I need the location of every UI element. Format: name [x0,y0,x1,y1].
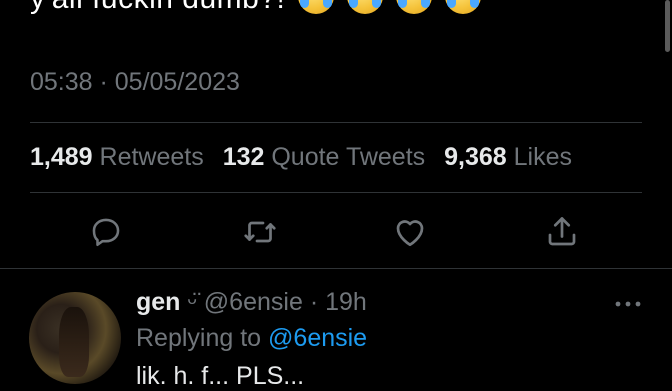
separator-dot: · [309,288,319,316]
divider [30,192,642,193]
retweets-stat[interactable]: 1,489 Retweets [30,143,223,171]
reply-author-badge: ᵕ̈ [187,288,197,316]
crying-laughing-emoji-icon [444,0,481,14]
reply-text: lik. h. f... PLS... [136,362,305,390]
divider [30,122,642,123]
reply-button[interactable] [86,210,126,254]
scrollbar[interactable] [665,0,670,52]
likes-count: 9,368 [444,143,507,171]
likes-label: Likes [513,143,572,171]
quote-tweets-stat[interactable]: 132 Quote Tweets [223,143,444,171]
like-icon [396,220,424,247]
more-options-button[interactable] [610,294,646,314]
quote-tweets-count: 132 [222,143,265,171]
reply-author-name[interactable]: gen [136,288,180,316]
crying-laughing-emoji-icon [347,0,384,14]
retweet-icon [244,221,276,243]
crying-laughing-emoji-icon [395,0,432,14]
tweet-stats: 1,489 Retweets 132 Quote Tweets 9,368 Li… [30,143,584,172]
retweets-label: Retweets [99,143,204,171]
quote-tweets-label: Quote Tweets [271,143,426,171]
reply-header: gen ᵕ̈ @6ensie · 19h [136,288,367,317]
share-button[interactable] [542,210,582,254]
tweet-text: y'all fuckin dumb?! [30,0,481,16]
replying-to-handle[interactable]: @6ensie [268,324,367,352]
tweet-timestamp[interactable]: 05:38 · 05/05/2023 [30,68,240,97]
tweet-action-bar [0,210,672,254]
like-button[interactable] [390,210,430,254]
reply-age: 19h [325,288,367,316]
reply-author-handle[interactable]: @6ensie [204,288,303,316]
retweet-button[interactable] [240,210,280,254]
replying-to-label: Replying to [136,324,262,352]
avatar[interactable] [29,292,121,384]
divider [0,268,672,269]
retweets-count: 1,489 [30,143,93,171]
replying-to: Replying to @6ensie [136,324,367,353]
more-dots-icon [615,301,641,307]
crying-laughing-emoji-icon [298,0,335,14]
share-icon [548,217,576,246]
likes-stat[interactable]: 9,368 Likes [444,143,584,171]
reply-icon [92,218,120,247]
tweet-text-content: y'all fuckin dumb?! [30,0,285,15]
